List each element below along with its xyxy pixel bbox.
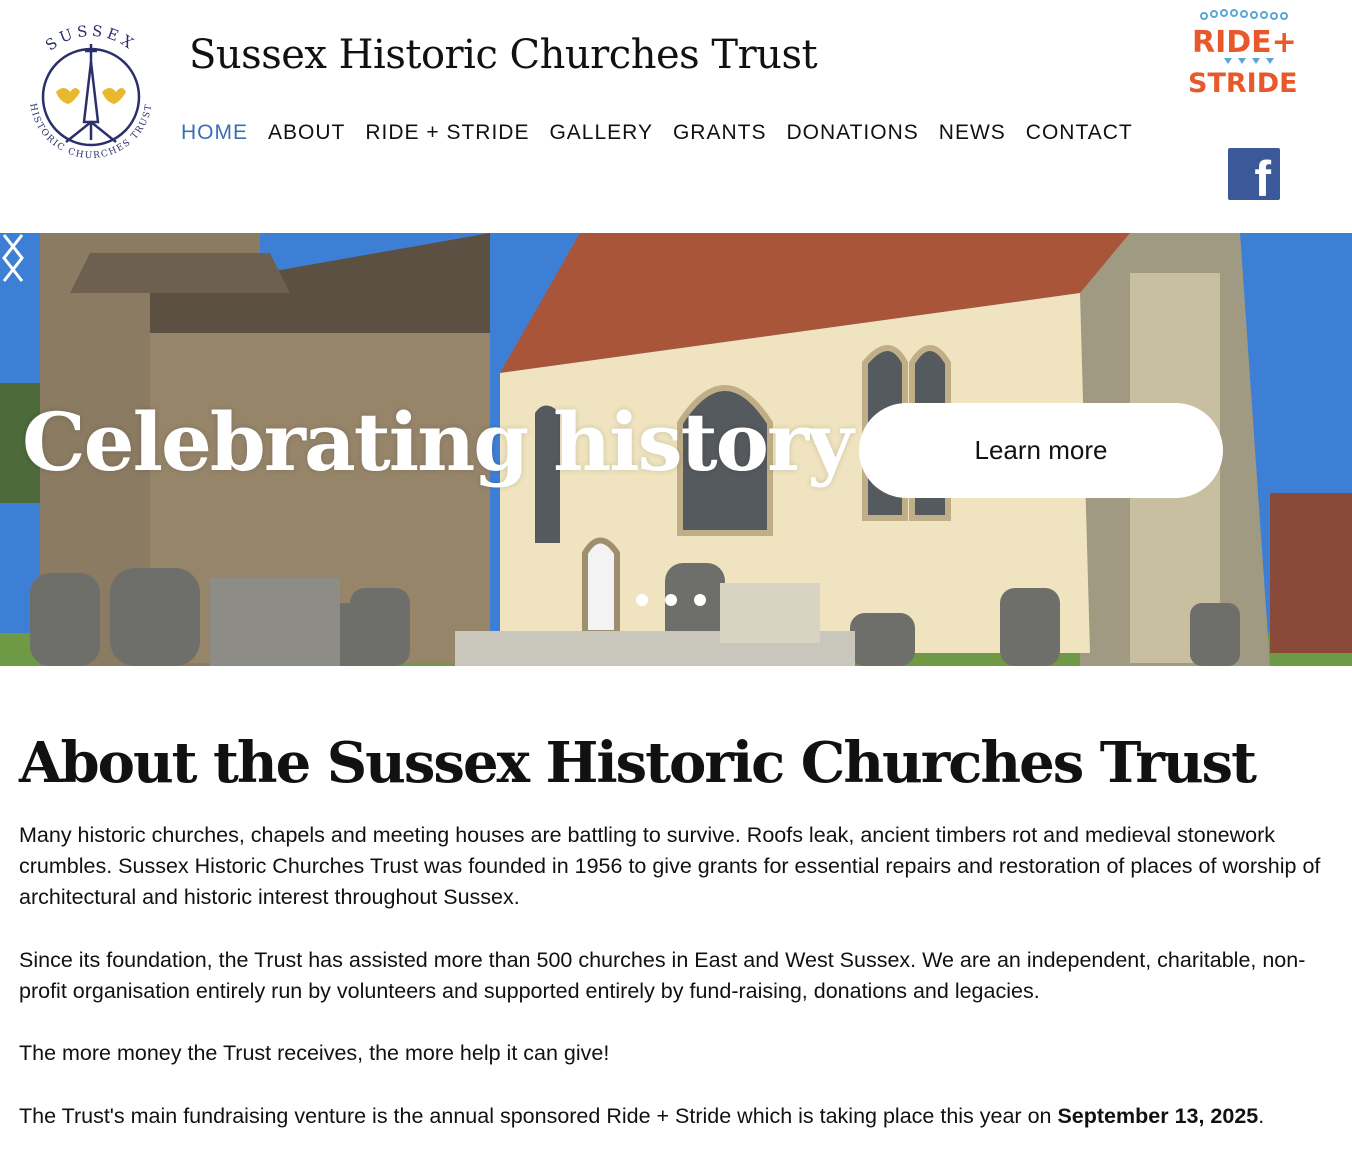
nav-about[interactable]: ABOUT (268, 121, 345, 145)
facebook-letter: f (1254, 151, 1271, 207)
ride-stride-logo[interactable]: RIDE+ STRIDE (1184, 6, 1324, 98)
slide-dot-3[interactable] (694, 594, 706, 606)
event-date: September 13, 2025 (1057, 1104, 1259, 1128)
slide-dot-1[interactable] (636, 594, 648, 606)
nav-donations[interactable]: DONATIONS (786, 121, 918, 145)
about-heading: About the Sussex Historic Churches Trust (19, 730, 1257, 796)
svg-text:STRIDE: STRIDE (1188, 68, 1298, 98)
about-paragraph-4: The Trust's main fundraising venture is … (19, 1101, 1329, 1132)
slide-indicators (636, 594, 706, 606)
site-title[interactable]: Sussex Historic Churches Trust (189, 32, 818, 78)
about-paragraph-3: The more money the Trust receives, the m… (19, 1041, 610, 1065)
next-slide-arrow-icon[interactable] (0, 233, 26, 283)
about-paragraph-2: Since its foundation, the Trust has assi… (19, 948, 1306, 1003)
nav-grants[interactable]: GRANTS (673, 121, 767, 145)
hero-slideshow: Celebrating history Learn more (0, 233, 1352, 666)
about-paragraph-1: Many historic churches, chapels and meet… (19, 823, 1321, 909)
nav-home[interactable]: HOME (181, 121, 248, 145)
nav-ride-stride[interactable]: RIDE + STRIDE (365, 121, 529, 145)
site-header: SUSSEX HISTORIC CHURCHES TRUST Sussex Hi… (0, 0, 1352, 233)
nav-contact[interactable]: CONTACT (1026, 121, 1133, 145)
hero-title: Celebrating history (22, 395, 854, 489)
main-nav: HOME ABOUT RIDE + STRIDE GALLERY GRANTS … (181, 121, 1153, 145)
slide-dot-2[interactable] (665, 594, 677, 606)
learn-more-button[interactable]: Learn more (859, 403, 1223, 498)
ride-stride-text: The Trust's main fundraising venture is … (19, 1104, 1058, 1128)
paragraph-end: . (1258, 1104, 1265, 1128)
nav-gallery[interactable]: GALLERY (549, 121, 653, 145)
nav-news[interactable]: NEWS (939, 121, 1006, 145)
trust-logo[interactable]: SUSSEX HISTORIC CHURCHES TRUST (16, 22, 166, 172)
facebook-icon[interactable]: f (1228, 148, 1280, 204)
svg-text:RIDE+: RIDE+ (1192, 25, 1297, 60)
